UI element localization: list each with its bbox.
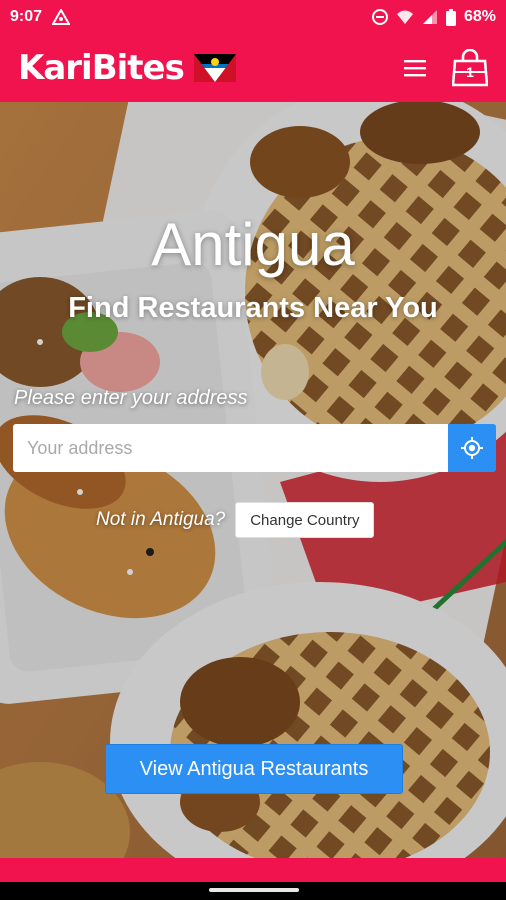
hero-section: Antigua Find Restaurants Near You Please… [0,102,506,858]
address-label: Please enter your address [14,387,248,409]
signal-icon [422,10,437,24]
status-time: 9:07 [10,8,43,25]
notification-triangle-icon [52,9,71,25]
locate-crosshair-icon [461,437,483,459]
cart-button[interactable]: 1 [452,49,488,87]
antigua-flag-icon [193,54,236,82]
status-bar: 9:07 68% [0,0,506,34]
page-title: Antigua [151,211,355,278]
address-input[interactable] [13,424,448,472]
view-restaurants-button[interactable]: View Antigua Restaurants [105,744,403,794]
brand-name: KariBites [18,48,185,88]
page-subtitle: Find Restaurants Near You [68,292,438,324]
hamburger-menu-icon [404,60,426,77]
app-header: KariBites 1 [0,34,506,102]
menu-button[interactable] [404,59,426,77]
do-not-disturb-icon [371,9,388,25]
battery-percent: 68% [463,8,496,25]
address-search-row [13,424,496,472]
home-indicator[interactable] [209,888,299,892]
footer-bar [0,858,506,882]
wifi-icon [396,10,413,24]
not-in-country-text: Not in Antigua? [96,509,226,530]
change-country-button[interactable]: Change Country [235,502,375,538]
country-row: Not in Antigua? Change Country [96,502,375,538]
brand-logo[interactable]: KariBites [18,48,236,88]
locate-me-button[interactable] [448,424,496,472]
cart-count: 1 [466,64,474,80]
battery-icon [445,8,456,26]
